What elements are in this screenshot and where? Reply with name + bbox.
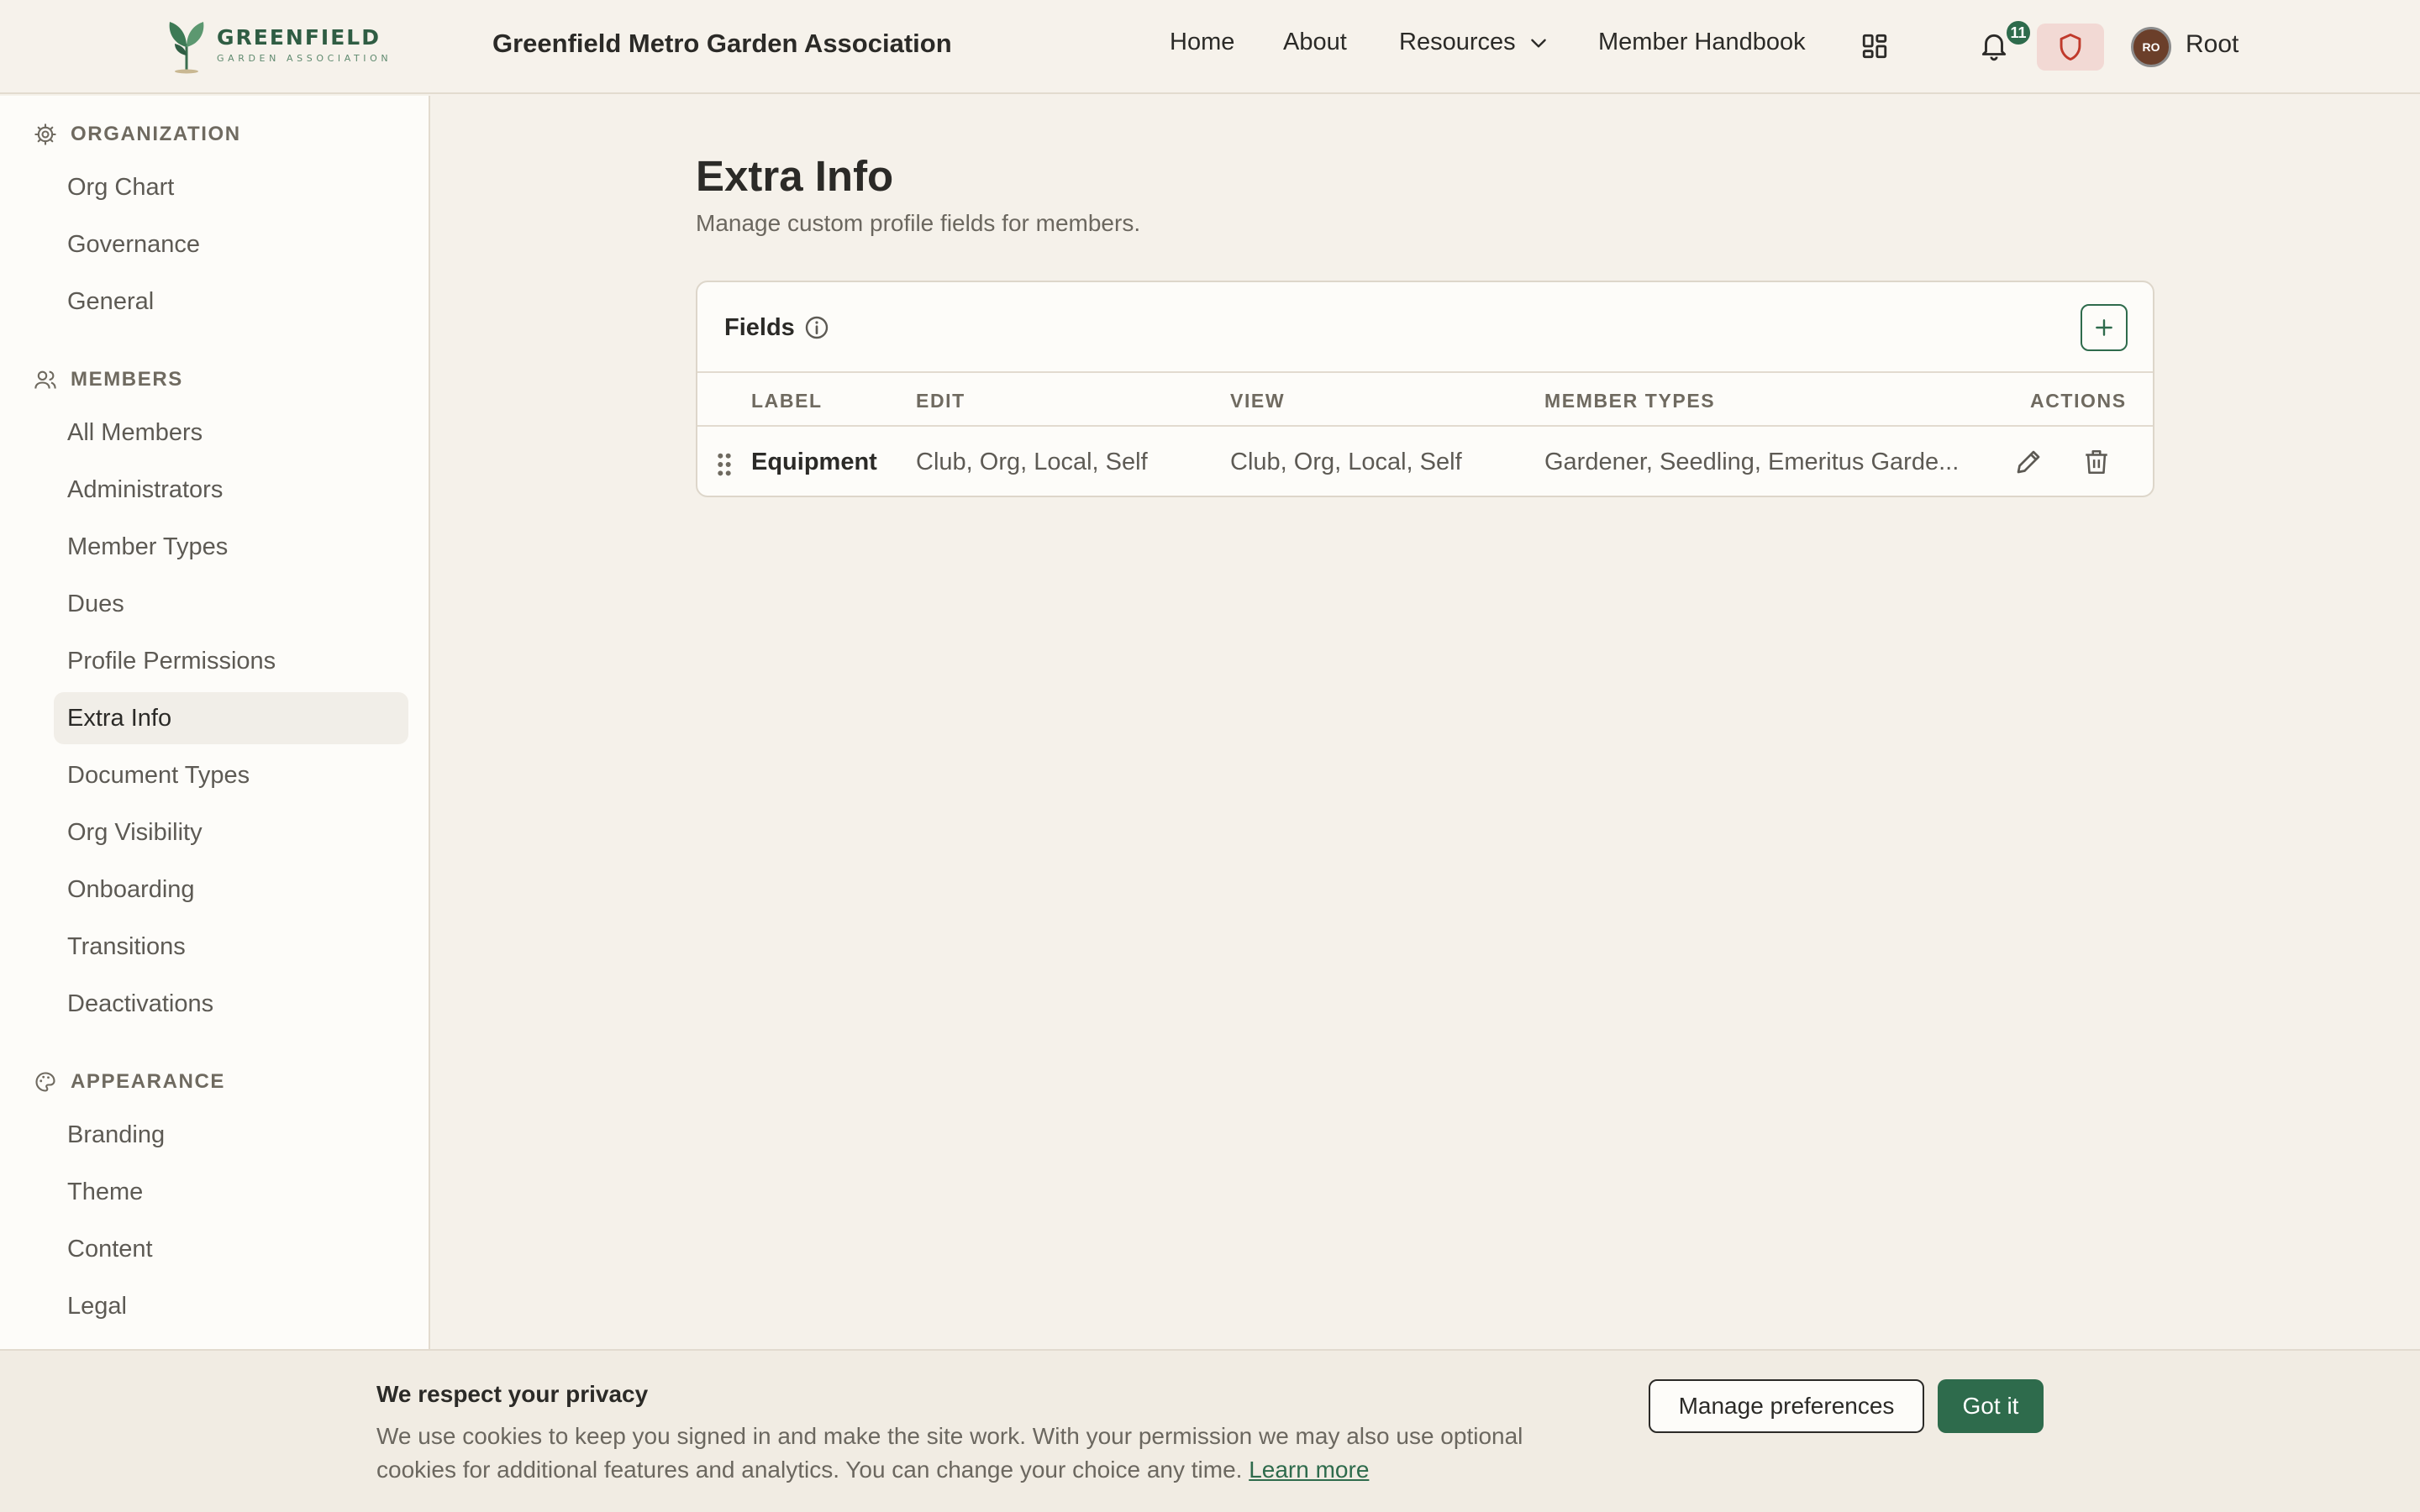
notification-badge: 11: [2004, 18, 2033, 47]
section-appearance-heading: APPEARANCE: [71, 1070, 226, 1093]
manage-preferences-button[interactable]: Manage preferences: [1649, 1379, 1924, 1433]
shield-icon: [2060, 33, 2081, 61]
sidebar-item-theme[interactable]: Theme: [54, 1166, 408, 1218]
sidebar-item-branding[interactable]: Branding: [54, 1109, 408, 1161]
row-view: Club, Org, Local, Self: [1230, 449, 1462, 475]
learn-more-link[interactable]: Learn more: [1249, 1457, 1369, 1483]
table-row: Equipment Club, Org, Local, Self Club, O…: [697, 427, 2153, 496]
accept-cookies-button[interactable]: Got it: [1938, 1379, 2044, 1433]
sidebar-item-org-visibility[interactable]: Org Visibility: [54, 806, 408, 858]
sidebar-item-member-types[interactable]: Member Types: [54, 521, 408, 573]
pencil-icon[interactable]: [2013, 447, 2044, 477]
column-header-label[interactable]: LABEL: [751, 390, 823, 412]
page-subtitle: Manage custom profile fields for members…: [696, 210, 1141, 236]
users-icon: [34, 370, 56, 389]
page-title: Extra Info: [696, 152, 894, 200]
column-header-edit[interactable]: EDIT: [916, 390, 965, 412]
nav-member-handbook[interactable]: Member Handbook: [1598, 29, 1806, 56]
nav-home[interactable]: Home: [1170, 29, 1234, 56]
sidebar-item-deactivations[interactable]: Deactivations: [54, 978, 408, 1030]
cookie-banner: We respect your privacy We use cookies t…: [0, 1349, 2420, 1512]
trash-icon[interactable]: [2082, 447, 2111, 477]
sidebar-item-document-types[interactable]: Document Types: [54, 749, 408, 801]
cookie-title: We respect your privacy: [376, 1381, 649, 1407]
plus-icon: [2096, 319, 2112, 336]
nav-about[interactable]: About: [1283, 29, 1347, 56]
add-field-button[interactable]: [2081, 304, 2128, 351]
sidebar-item-extra-info[interactable]: Extra Info: [54, 692, 408, 744]
top-bar: GREENFIELD GARDEN ASSOCIATION Greenfield…: [0, 0, 2420, 94]
section-members: MEMBERS: [34, 368, 183, 391]
sidebar-item-profile-permissions[interactable]: Profile Permissions: [54, 635, 408, 687]
app-title[interactable]: Greenfield Metro Garden Association: [492, 29, 952, 59]
fields-card: Fields LABEL EDIT VIEW MEMBER TYPES ACTI…: [696, 281, 2154, 497]
admin-shield-button[interactable]: [2037, 24, 2104, 71]
logo-tagline: GARDEN ASSOCIATION: [217, 53, 392, 64]
sidebar-item-onboarding[interactable]: Onboarding: [54, 864, 408, 916]
sidebar-item-general[interactable]: General: [54, 276, 408, 328]
section-organization: ORGANIZATION: [34, 123, 241, 146]
drag-handle-icon[interactable]: [716, 452, 733, 477]
user-name[interactable]: Root: [2186, 30, 2238, 59]
cookie-body: We use cookies to keep you signed in and…: [376, 1420, 1586, 1487]
section-members-heading: MEMBERS: [71, 368, 183, 391]
section-appearance: APPEARANCE: [34, 1070, 225, 1094]
table-header: LABEL EDIT VIEW MEMBER TYPES ACTIONS: [697, 371, 2153, 427]
sidebar-item-content[interactable]: Content: [54, 1223, 408, 1275]
sidebar-item-legal[interactable]: Legal: [54, 1280, 408, 1332]
logo-name: GREENFIELD: [217, 25, 381, 50]
sidebar-item-governance[interactable]: Governance: [54, 218, 408, 270]
sprout-logo-icon: [169, 22, 204, 74]
nav-resources[interactable]: Resources: [1399, 29, 1549, 56]
sidebar-item-org-chart[interactable]: Org Chart: [54, 161, 408, 213]
sidebar-item-all-members[interactable]: All Members: [54, 407, 408, 459]
settings-sidebar: ORGANIZATION Org Chart Governance Genera…: [0, 96, 430, 1349]
card-title: Fields: [724, 314, 795, 341]
row-member-types: Gardener, Seedling, Emeritus Garde...: [1544, 449, 1960, 475]
info-icon[interactable]: [803, 314, 830, 341]
row-edit: Club, Org, Local, Self: [916, 449, 1148, 475]
sidebar-item-administrators[interactable]: Administrators: [54, 464, 408, 516]
column-header-actions: ACTIONS: [2030, 390, 2127, 412]
nav-resources-label: Resources: [1399, 29, 1516, 55]
apps-grid-icon[interactable]: [1860, 32, 1889, 60]
sidebar-item-transitions[interactable]: Transitions: [54, 921, 408, 973]
palette-icon: [35, 1072, 55, 1092]
logo[interactable]: GREENFIELD GARDEN ASSOCIATION: [165, 17, 392, 76]
column-header-member-types[interactable]: MEMBER TYPES: [1544, 390, 1715, 412]
row-label: Equipment: [751, 449, 877, 475]
chevron-down-icon: [1530, 39, 1546, 48]
column-header-view[interactable]: VIEW: [1230, 390, 1285, 412]
gear-icon: [34, 123, 56, 145]
section-organization-heading: ORGANIZATION: [71, 123, 241, 145]
avatar[interactable]: RO: [2131, 27, 2171, 67]
sidebar-item-dues[interactable]: Dues: [54, 578, 408, 630]
